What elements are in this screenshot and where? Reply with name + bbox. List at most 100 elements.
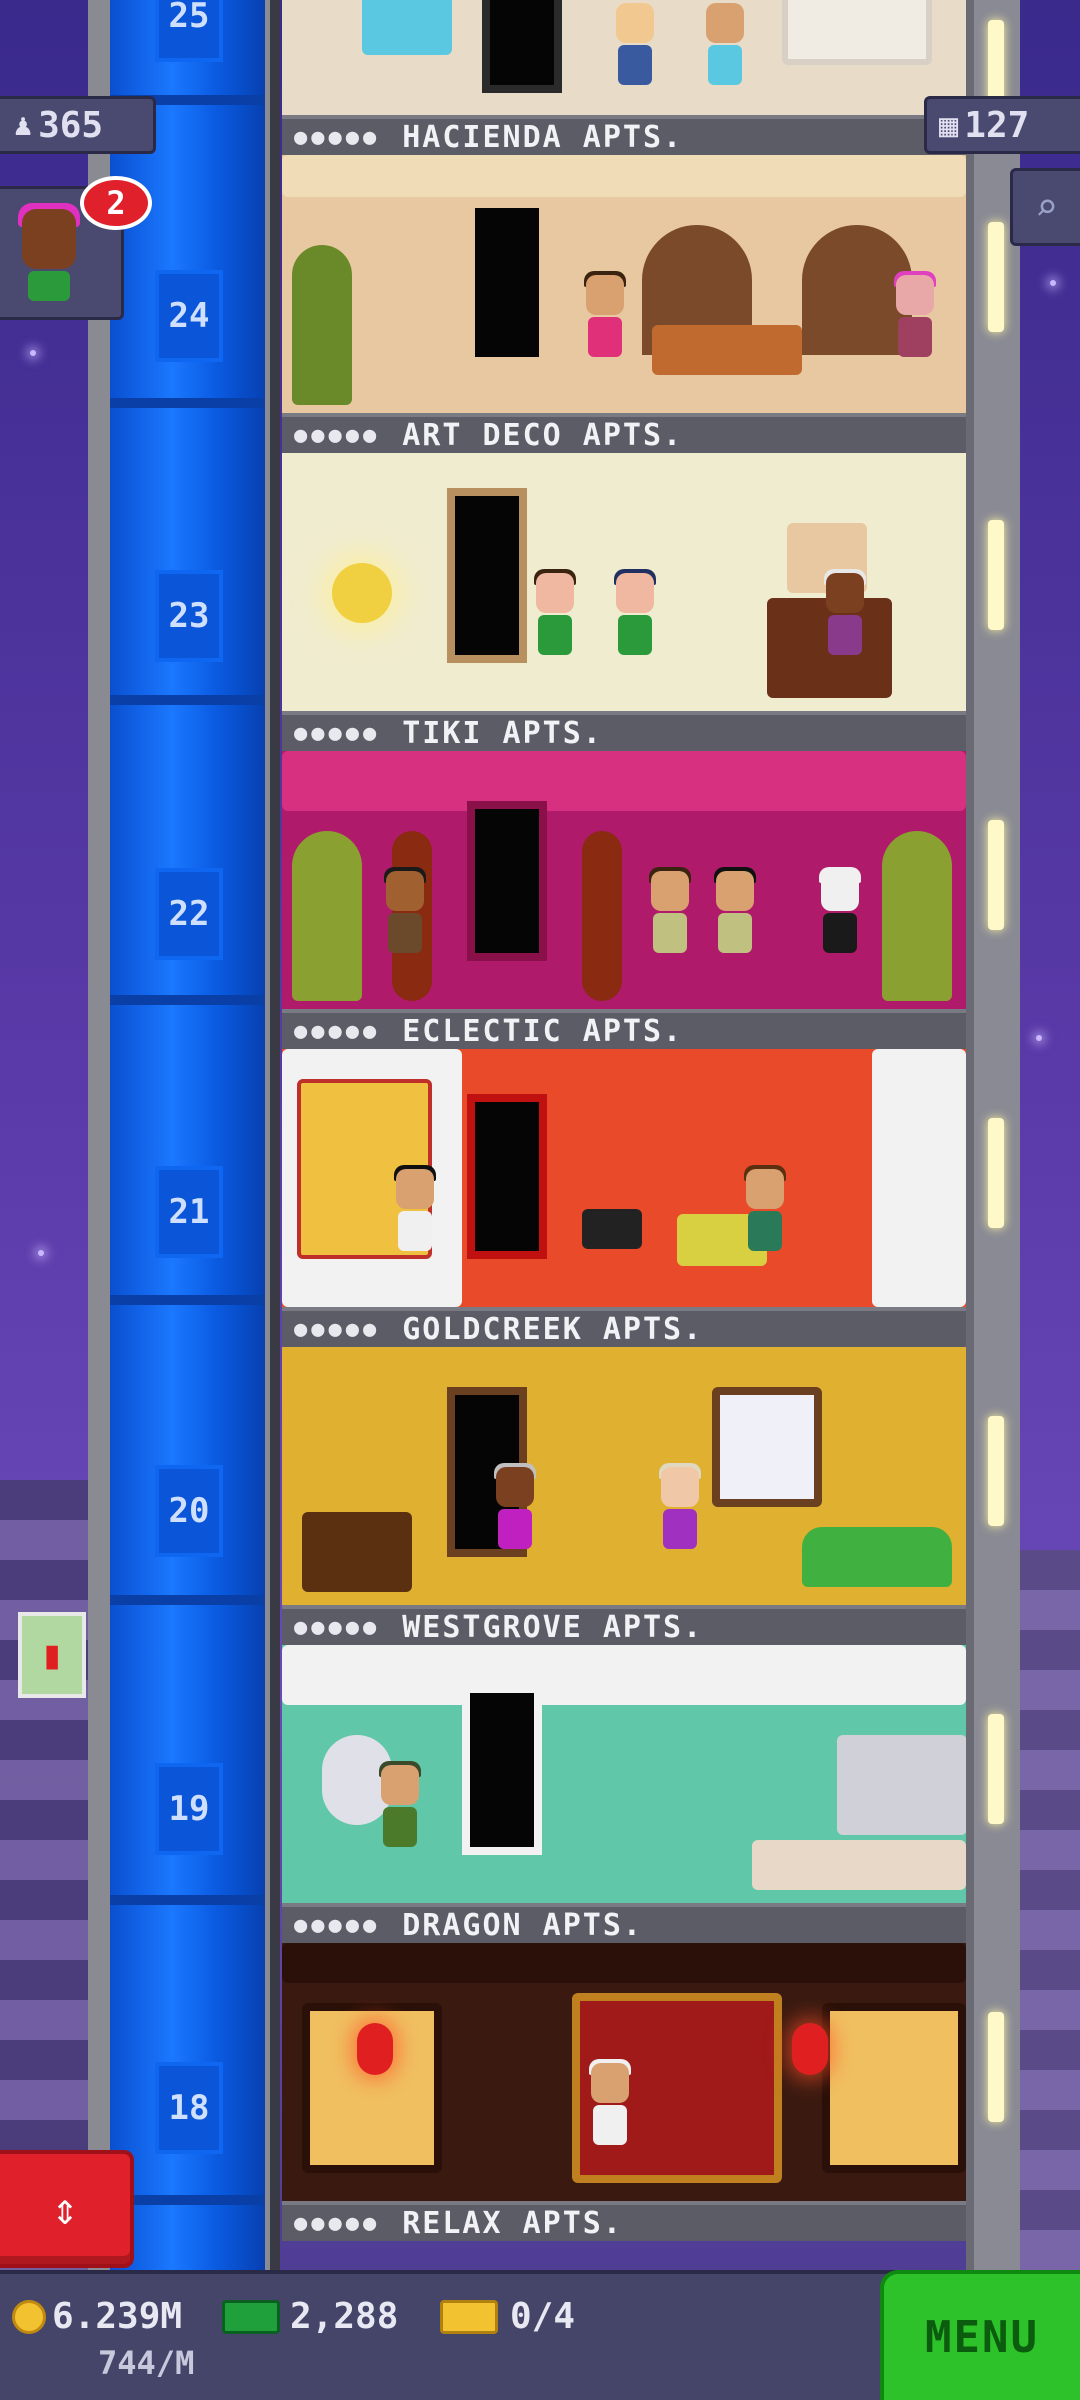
- floor-number-18: 18: [155, 2062, 223, 2154]
- floor-24-nameplate: ●●●●● ART DECO APTS.: [282, 413, 966, 453]
- floor-21-nameplate: ●●●●● GOLDCREEK APTS.: [282, 1307, 966, 1347]
- floor-21-stars: ●●●●●: [294, 1316, 381, 1342]
- resident[interactable]: [612, 569, 658, 663]
- ticket-icon: [440, 2299, 498, 2334]
- floor-19-door: [462, 1685, 542, 1855]
- income-rate: 744/M: [98, 2344, 195, 2382]
- red-lantern: [792, 2023, 828, 2075]
- resident[interactable]: [892, 271, 938, 365]
- floor-25-stars: ●●●●●: [294, 124, 381, 150]
- window: [712, 1387, 822, 1507]
- floor-24-stars: ●●●●●: [294, 422, 381, 448]
- floor-20-stars: ●●●●●: [294, 1614, 381, 1640]
- floor-24-room: [282, 155, 966, 413]
- floor-19[interactable]: ●●●●● DRAGON APTS.: [282, 1645, 966, 1943]
- resident[interactable]: [492, 1463, 538, 1557]
- tickets-value: 0/4: [510, 2296, 576, 2337]
- resident[interactable]: [587, 2059, 633, 2153]
- floor-18-nameplate: ●●●●● RELAX APTS.: [282, 2201, 966, 2241]
- floor-22-room: [282, 751, 966, 1009]
- floor-25-nameplate: ●●●●● HACIENDA APTS.: [282, 115, 966, 155]
- population-counter[interactable]: ♟ 365: [0, 96, 156, 154]
- bux-icon: [222, 2299, 280, 2334]
- floor-number-22: 22: [155, 868, 223, 960]
- tower-bux-display[interactable]: 2,288: [222, 2296, 398, 2337]
- floor-23-name: TIKI APTS.: [402, 715, 603, 751]
- fridge: [837, 1735, 966, 1835]
- city-skyline-right: [1020, 1550, 1080, 2270]
- palm-plant: [292, 831, 362, 1001]
- coins-display[interactable]: 6.239M: [12, 2296, 182, 2337]
- floor-22-nameplate: ●●●●● ECLECTIC APTS.: [282, 1009, 966, 1049]
- floor-21-door: [467, 1094, 547, 1259]
- floor-20-room: [282, 1347, 966, 1605]
- fries-quest-card[interactable]: ▮: [18, 1612, 86, 1698]
- floor-22-stars: ●●●●●: [294, 1018, 381, 1044]
- visitor-count-badge: 2: [80, 176, 152, 230]
- resident[interactable]: [817, 867, 863, 961]
- shoji-screen: [822, 2003, 966, 2173]
- resident[interactable]: [532, 569, 578, 663]
- sofa: [652, 325, 802, 375]
- resident[interactable]: [612, 3, 658, 93]
- floor-18-name: RELAX APTS.: [402, 2205, 623, 2241]
- floor-24-name: ART DECO APTS.: [402, 417, 684, 453]
- floor-number-24: 24: [155, 270, 223, 362]
- tiki-statue: [582, 831, 622, 1001]
- resident[interactable]: [377, 1761, 423, 1855]
- resident[interactable]: [392, 1165, 438, 1259]
- floor-number-20: 20: [155, 1465, 223, 1557]
- coin-icon: [12, 2299, 46, 2334]
- floor-number-21: 21: [155, 1166, 223, 1258]
- resident[interactable]: [657, 1463, 703, 1557]
- floor-18[interactable]: ●●●●● RELAX APTS.: [282, 1943, 966, 2241]
- floor-19-nameplate: ●●●●● DRAGON APTS.: [282, 1903, 966, 1943]
- floor-18-room: [282, 1943, 966, 2201]
- floor-22-door: [467, 801, 547, 961]
- floor-20-name: WESTGROVE APTS.: [402, 1609, 704, 1645]
- resident[interactable]: [822, 569, 868, 663]
- floor-18-stars: ●●●●●: [294, 2210, 381, 2236]
- floor-25[interactable]: ●●●●● HACIENDA APTS.: [282, 0, 966, 155]
- floor-19-stars: ●●●●●: [294, 1912, 381, 1938]
- floor-25-name: HACIENDA APTS.: [402, 119, 684, 155]
- floor-19-name: DRAGON APTS.: [402, 1907, 643, 1943]
- floor-24[interactable]: ●●●●● ART DECO APTS.: [282, 155, 966, 453]
- armchair: [362, 0, 452, 55]
- floor-22-name: ECLECTIC APTS.: [402, 1013, 684, 1049]
- resident[interactable]: [742, 1165, 788, 1259]
- elevator-button[interactable]: ⇕: [0, 2150, 134, 2268]
- bux-value: 2,288: [290, 2296, 399, 2337]
- resident[interactable]: [382, 867, 428, 961]
- resident[interactable]: [647, 867, 693, 961]
- building-icon: ▦: [939, 106, 959, 144]
- resident[interactable]: [582, 271, 628, 365]
- floor-24-door: [467, 200, 547, 365]
- floor-counter[interactable]: ▦ 127: [924, 96, 1080, 154]
- golden-tickets-display[interactable]: 0/4: [440, 2296, 575, 2337]
- floor-23[interactable]: ●●●●● TIKI APTS.: [282, 453, 966, 751]
- floor-20-nameplate: ●●●●● WESTGROVE APTS.: [282, 1605, 966, 1645]
- search-button[interactable]: ⌕: [1010, 168, 1080, 246]
- resident[interactable]: [712, 867, 758, 961]
- resident[interactable]: [702, 3, 748, 93]
- floor-21[interactable]: ●●●●● GOLDCREEK APTS.: [282, 1049, 966, 1347]
- palm-plant: [882, 831, 952, 1001]
- floor-22[interactable]: ●●●●● ECLECTIC APTS.: [282, 751, 966, 1049]
- red-lantern: [357, 2023, 393, 2075]
- kitchen-counter: [752, 1840, 966, 1890]
- potted-plant: [292, 245, 352, 405]
- floor-21-name: GOLDCREEK APTS.: [402, 1311, 704, 1347]
- wall-lamp: [332, 563, 392, 623]
- floor-23-door: [447, 488, 527, 663]
- floor-21-room: [282, 1049, 966, 1307]
- menu-button[interactable]: MENU: [880, 2270, 1080, 2400]
- fireplace: [782, 0, 932, 65]
- floor-number-25: 25: [155, 0, 223, 62]
- coins-value: 6.239M: [52, 2296, 183, 2337]
- floor-23-nameplate: ●●●●● TIKI APTS.: [282, 711, 966, 751]
- floor-20[interactable]: ●●●●● WESTGROVE APTS.: [282, 1347, 966, 1645]
- person-icon: ♟: [14, 107, 33, 143]
- floor-23-stars: ●●●●●: [294, 720, 381, 746]
- population-value: 365: [38, 104, 104, 146]
